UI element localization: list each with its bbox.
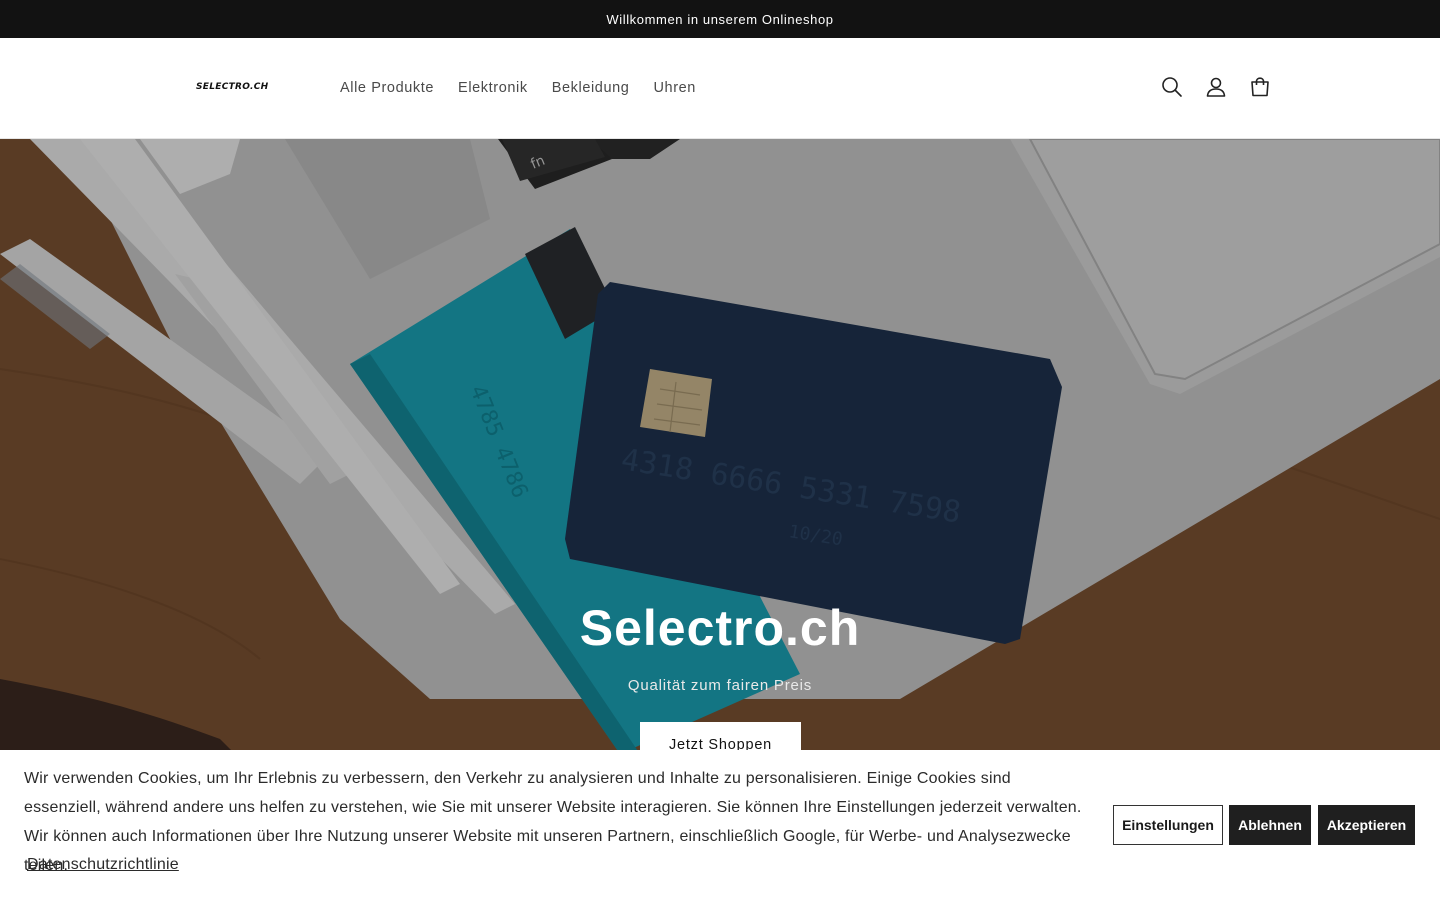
account-button[interactable]	[1194, 65, 1238, 109]
cookie-banner: Wir verwenden Cookies, um Ihr Erlebnis z…	[0, 750, 1440, 900]
search-icon	[1162, 77, 1182, 97]
hero-title: Selectro.ch	[579, 600, 861, 656]
hero-subtitle: Qualität zum fairen Preis	[627, 677, 813, 694]
announcement-bar: Willkommen in unserem Onlineshop	[0, 0, 1440, 38]
logo[interactable]: SELECTRO.CH	[196, 82, 269, 92]
hero-banner: fn 4785 4786 4318 6666 5331 7598 10/20 S…	[0, 139, 1440, 759]
search-button[interactable]	[1150, 65, 1194, 109]
privacy-policy-link[interactable]: Datenschutzrichtlinie	[27, 856, 179, 874]
cart-button[interactable]	[1238, 65, 1282, 109]
nav-item-alle-produkte[interactable]: Alle Produkte	[328, 76, 446, 100]
header-icons	[1150, 65, 1282, 109]
site-header: SELECTRO.CH Alle Produkte Elektronik Bek…	[0, 38, 1440, 139]
cookie-settings-button[interactable]: Einstellungen	[1113, 805, 1223, 845]
cart-icon	[1251, 77, 1269, 97]
cookie-decline-button[interactable]: Ablehnen	[1229, 805, 1311, 845]
cookie-text: Wir verwenden Cookies, um Ihr Erlebnis z…	[24, 770, 1082, 874]
main-nav: Alle Produkte Elektronik Bekleidung Uhre…	[328, 76, 708, 100]
hero-overlay	[0, 139, 1440, 759]
announcement-text: Willkommen in unserem Onlineshop	[606, 11, 834, 27]
nav-item-bekleidung[interactable]: Bekleidung	[540, 76, 642, 100]
nav-item-uhren[interactable]: Uhren	[641, 76, 708, 100]
nav-item-elektronik[interactable]: Elektronik	[446, 76, 540, 100]
account-icon	[1206, 77, 1226, 97]
cookie-accept-button[interactable]: Akzeptieren	[1318, 805, 1415, 845]
